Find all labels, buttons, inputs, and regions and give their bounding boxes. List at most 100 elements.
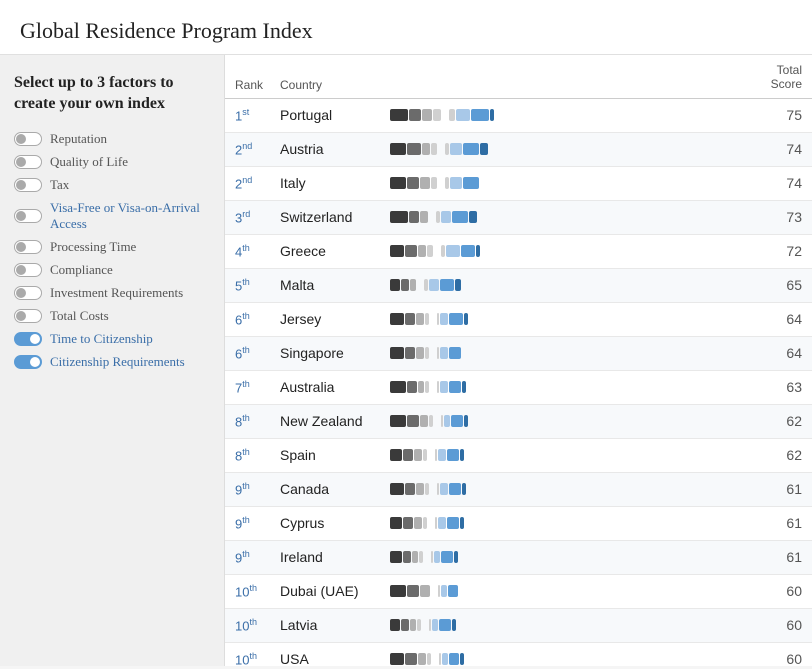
factor-toggle-5[interactable] [14, 263, 42, 277]
bar-segment [405, 483, 415, 495]
factor-toggle-2[interactable] [14, 178, 42, 192]
rank-cell: 5th [235, 277, 280, 293]
factor-item-9[interactable]: Citizenship Requirements [14, 354, 210, 370]
bar-group-1 [435, 517, 464, 529]
bars-cell [390, 279, 747, 291]
bar-segment [422, 109, 432, 121]
bar-group-1 [429, 619, 456, 631]
rank-cell: 10th [235, 617, 280, 633]
table-row: 3rdSwitzerland73 [225, 201, 812, 235]
factor-label-5: Compliance [50, 262, 113, 278]
bar-segment [456, 109, 470, 121]
bar-segment [407, 381, 417, 393]
bar-group-0 [390, 517, 427, 529]
bar-segment [403, 517, 413, 529]
bar-segment [462, 483, 466, 495]
score-cell: 74 [747, 141, 802, 157]
bar-segment [410, 619, 416, 631]
factor-toggle-3[interactable] [14, 209, 42, 223]
country-cell: Austria [280, 141, 390, 157]
factor-item-2[interactable]: Tax [14, 177, 210, 193]
bar-segment [449, 381, 461, 393]
country-cell: Australia [280, 379, 390, 395]
factor-toggle-6[interactable] [14, 286, 42, 300]
bar-group-0 [390, 245, 433, 257]
bar-group-1 [441, 415, 468, 427]
factor-toggle-0[interactable] [14, 132, 42, 146]
country-cell: Jersey [280, 311, 390, 327]
score-cell: 63 [747, 379, 802, 395]
bar-segment [427, 245, 433, 257]
score-cell: 65 [747, 277, 802, 293]
table-area: Rank Country TotalScore 1stPortugal752nd… [225, 55, 812, 666]
bar-group-0 [390, 415, 433, 427]
bar-segment [420, 415, 428, 427]
bar-segment [420, 211, 428, 223]
table-row: 2ndAustria74 [225, 133, 812, 167]
bar-segment [424, 279, 428, 291]
rank-cell: 7th [235, 379, 280, 395]
bar-group-0 [390, 347, 429, 359]
bars-cell [390, 585, 747, 597]
bars-cell [390, 347, 747, 359]
bar-segment [436, 211, 440, 223]
factor-item-0[interactable]: Reputation [14, 131, 210, 147]
bar-group-1 [439, 653, 464, 665]
factor-item-6[interactable]: Investment Requirements [14, 285, 210, 301]
bar-segment [450, 143, 462, 155]
bar-segment [407, 585, 419, 597]
score-cell: 60 [747, 583, 802, 599]
score-cell: 61 [747, 549, 802, 565]
factor-label-4: Processing Time [50, 239, 136, 255]
bar-segment [437, 347, 439, 359]
bar-segment [416, 347, 424, 359]
bar-segment [471, 109, 489, 121]
bars-cell [390, 517, 747, 529]
bars-cell [390, 415, 747, 427]
factor-item-1[interactable]: Quality of Life [14, 154, 210, 170]
factor-toggle-8[interactable] [14, 332, 42, 346]
bar-segment [416, 483, 424, 495]
bar-group-0 [390, 449, 427, 461]
factor-toggle-9[interactable] [14, 355, 42, 369]
rank-cell: 1st [235, 107, 280, 123]
country-cell: Portugal [280, 107, 390, 123]
bar-segment [420, 177, 430, 189]
rank-cell: 4th [235, 243, 280, 259]
bar-segment [440, 483, 448, 495]
bar-segment [460, 517, 464, 529]
bar-segment [437, 381, 439, 393]
bar-segment [438, 585, 440, 597]
bar-segment [417, 619, 421, 631]
factor-item-3[interactable]: Visa-Free or Visa-on-Arrival Access [14, 200, 210, 232]
rank-cell: 9th [235, 549, 280, 565]
rank-cell: 10th [235, 583, 280, 599]
bar-segment [425, 381, 429, 393]
bar-segment [390, 347, 404, 359]
rank-cell: 8th [235, 447, 280, 463]
factors-list: Reputation Quality of Life Tax Visa-Free or… [14, 131, 210, 370]
bar-segment [390, 449, 402, 461]
bar-group-0 [390, 109, 441, 121]
factor-item-7[interactable]: Total Costs [14, 308, 210, 324]
bar-segment [441, 415, 443, 427]
bar-segment [464, 415, 468, 427]
table-row: 4thGreece72 [225, 235, 812, 269]
factor-item-8[interactable]: Time to Citizenship [14, 331, 210, 347]
table-row: 1stPortugal75 [225, 99, 812, 133]
factor-toggle-7[interactable] [14, 309, 42, 323]
bar-segment [405, 653, 417, 665]
factor-item-4[interactable]: Processing Time [14, 239, 210, 255]
country-cell: Italy [280, 175, 390, 191]
bar-segment [476, 245, 480, 257]
bar-segment [405, 347, 415, 359]
factor-toggle-1[interactable] [14, 155, 42, 169]
bar-segment [449, 483, 461, 495]
factor-label-7: Total Costs [50, 308, 109, 324]
bar-segment [469, 211, 477, 223]
country-cell: Switzerland [280, 209, 390, 225]
bar-segment [442, 653, 448, 665]
bar-segment [438, 517, 446, 529]
factor-item-5[interactable]: Compliance [14, 262, 210, 278]
factor-toggle-4[interactable] [14, 240, 42, 254]
